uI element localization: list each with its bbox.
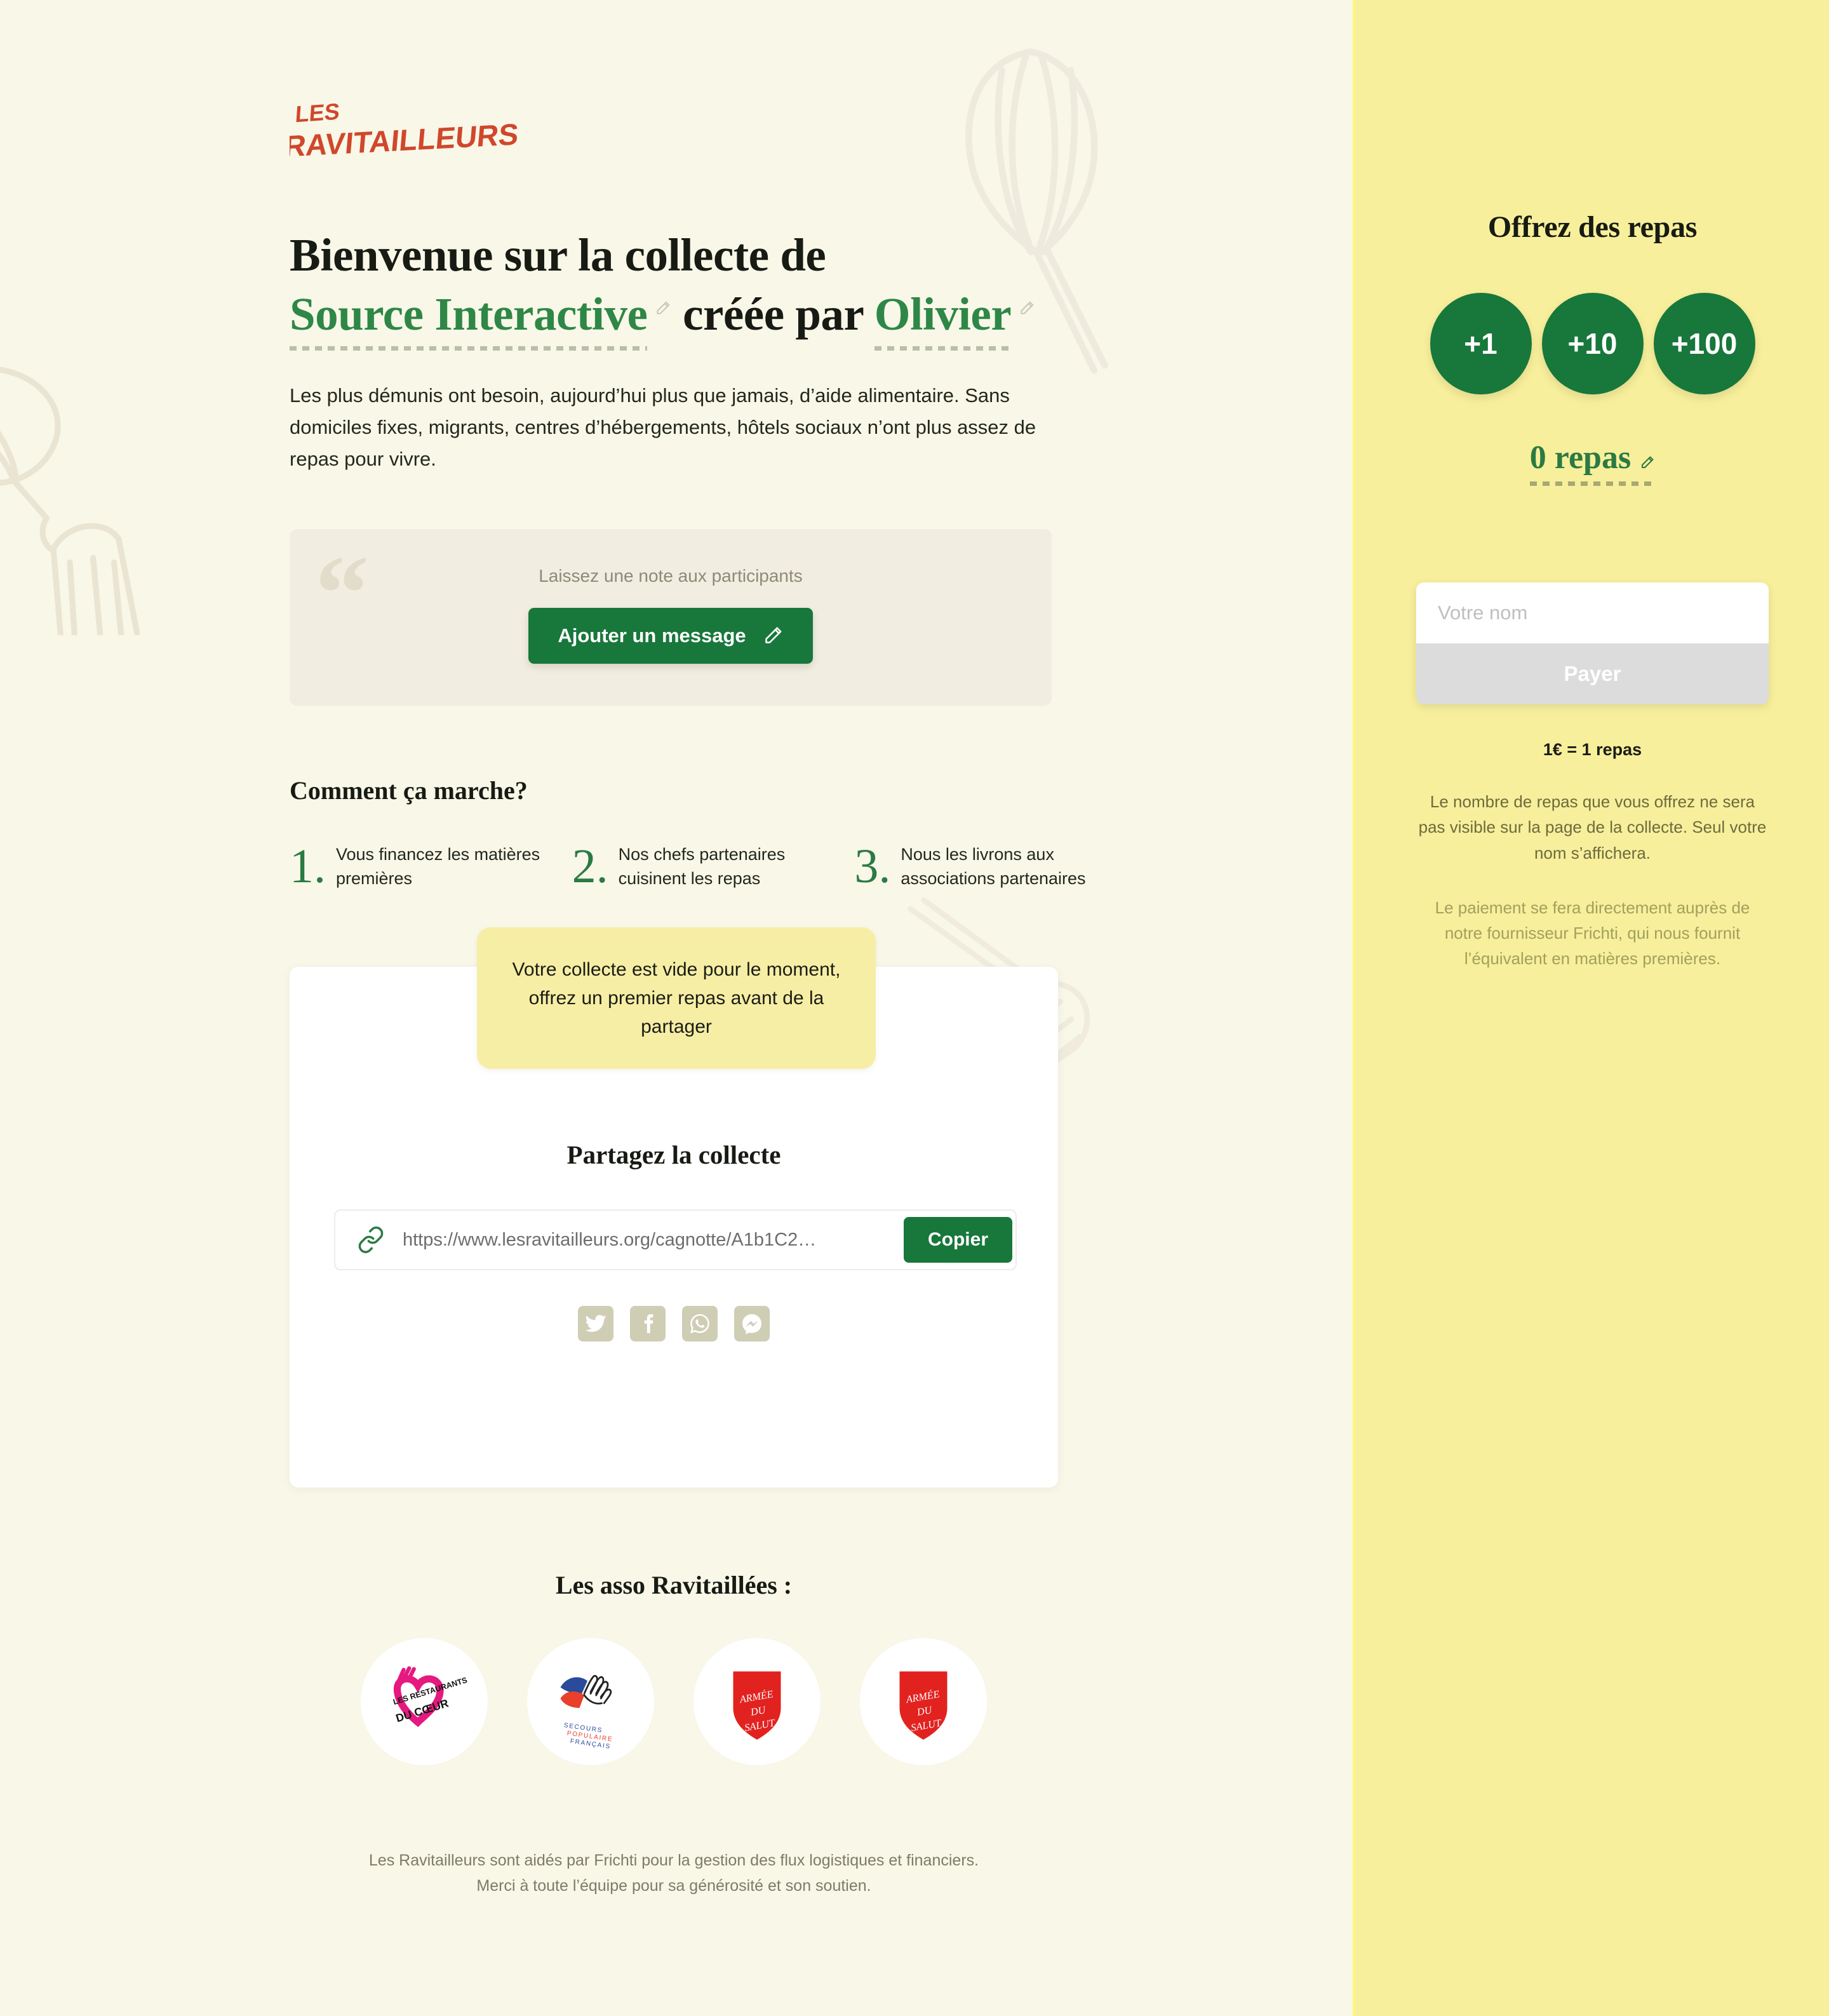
amount-button-plus-10[interactable]: +10 — [1541, 293, 1644, 394]
headline-line-2-mid: créée par — [683, 288, 864, 340]
step-item: 1. Vous financez les matières premières — [290, 842, 551, 891]
pencil-icon[interactable] — [1019, 300, 1035, 316]
how-it-works-title: Comment ça marche? — [290, 776, 528, 805]
pencil-icon — [763, 625, 784, 646]
page-title: Bienvenue sur la collecte de Source Inte… — [290, 225, 1242, 351]
creator-name-editable[interactable]: Olivier — [874, 285, 1012, 351]
share-url-text: https://www.lesravitailleurs.org/cagnott… — [403, 1229, 817, 1250]
privacy-note: Le nombre de repas que vous offrez ne se… — [1418, 792, 1767, 863]
step-text: Vous financez les matières premières — [336, 844, 540, 888]
payment-form: Payer — [1416, 582, 1769, 704]
donation-sidebar: Offrez des repas +1 +10 +100 0 repas Pay… — [1353, 0, 1829, 2016]
assos-title: Les asso Ravitaillées : — [555, 1571, 793, 1600]
svg-text:LES: LES — [295, 98, 341, 127]
how-it-works-steps: 1. Vous financez les matières premières … — [290, 842, 1115, 891]
note-box-label: Laissez une note aux participants — [539, 565, 803, 586]
messenger-icon[interactable] — [734, 1306, 770, 1342]
armee-du-salut-logo-2: ARMÉE DU SALUT — [860, 1638, 987, 1766]
pencil-icon[interactable] — [1640, 455, 1655, 470]
restaurants-du-coeur-logo: LES RESTAURANTS DU CŒUR — [361, 1638, 488, 1766]
logo-les-ravitailleurs[interactable]: LES RAVITAILLEURS — [290, 95, 537, 165]
add-message-label: Ajouter un message — [558, 624, 746, 647]
step-number: 3. — [854, 839, 891, 893]
meals-count-editable[interactable]: 0 repas — [1529, 440, 1656, 486]
amount-button-plus-100[interactable]: +100 — [1653, 293, 1755, 394]
note-box: “ Laissez une note aux participants Ajou… — [290, 528, 1052, 706]
pencil-icon[interactable] — [655, 300, 671, 316]
step-number: 1. — [290, 839, 326, 893]
twitter-icon[interactable] — [578, 1306, 613, 1342]
empty-collect-tooltip: Votre collecte est vide pour le moment, … — [477, 927, 876, 1070]
footer-note: Les Ravitailleurs sont aidés par Frichti… — [290, 1848, 1058, 1898]
footer-line-2: Merci à toute l’équipe pour sa générosit… — [476, 1877, 871, 1895]
main-column: LES RAVITAILLEURS Bienvenue sur la colle… — [0, 0, 1353, 2016]
intro-paragraph: Les plus démunis ont besoin, aujourd’hui… — [290, 384, 1036, 471]
sidebar-title: Offrez des repas — [1487, 210, 1698, 244]
step-text: Nous les livrons aux associations parten… — [901, 844, 1086, 888]
link-icon — [357, 1226, 385, 1254]
add-message-button[interactable]: Ajouter un message — [528, 607, 813, 664]
amount-buttons: +1 +10 +100 — [1416, 293, 1769, 394]
name-input[interactable] — [1416, 582, 1769, 643]
rate-label: 1€ = 1 repas — [1543, 740, 1642, 759]
payment-note: Le paiement se fera directement auprès d… — [1435, 897, 1750, 969]
quote-mark-icon: “ — [315, 533, 369, 653]
share-url-field[interactable]: https://www.lesravitailleurs.org/cagnott… — [334, 1209, 1017, 1271]
left-content: LES RAVITAILLEURS Bienvenue sur la colle… — [0, 0, 1353, 1898]
collect-name-editable[interactable]: Source Interactive — [290, 285, 648, 351]
assos-row: LES RESTAURANTS DU CŒUR SECOURS POPULAIR… — [290, 1638, 1058, 1766]
pay-button[interactable]: Payer — [1416, 643, 1769, 704]
share-title: Partagez la collecte — [566, 1140, 781, 1170]
armee-du-salut-logo: ARMÉE DU SALUT — [693, 1638, 821, 1766]
step-item: 2. Nos chefs partenaires cuisinent les r… — [572, 842, 833, 891]
headline-line-1: Bienvenue sur la collecte de — [290, 229, 826, 281]
secours-populaire-francais-logo: SECOURS POPULAIRE FRANÇAIS — [527, 1638, 654, 1766]
facebook-icon[interactable] — [630, 1306, 666, 1342]
meals-count-value: 0 repas — [1529, 440, 1631, 476]
page-root: LES RAVITAILLEURS Bienvenue sur la colle… — [0, 0, 1829, 2016]
step-item: 3. Nous les livrons aux associations par… — [854, 842, 1115, 891]
step-number: 2. — [572, 839, 608, 893]
footer-line-1: Les Ravitailleurs sont aidés par Frichti… — [368, 1851, 979, 1870]
step-text: Nos chefs partenaires cuisinent les repa… — [618, 844, 786, 888]
copy-button[interactable]: Copier — [903, 1217, 1012, 1263]
social-share-row — [334, 1306, 1014, 1342]
amount-button-plus-1[interactable]: +1 — [1430, 293, 1532, 394]
whatsapp-icon[interactable] — [682, 1306, 718, 1342]
share-section: Votre collecte est vide pour le moment, … — [290, 927, 1058, 1488]
